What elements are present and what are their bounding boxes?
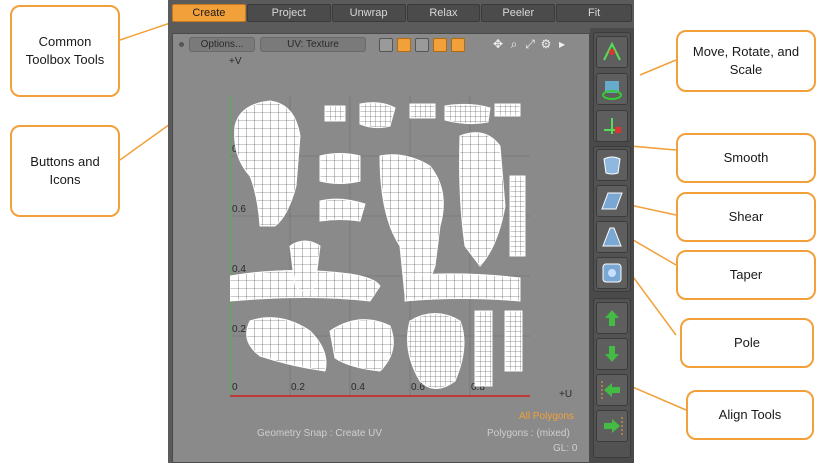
viewport-header: Options... UV: Texture ✥ ⌕ ⤢ ⚙ ▸ — [173, 34, 589, 54]
edges-icon[interactable] — [397, 38, 411, 52]
tab-peeler[interactable]: Peeler — [481, 4, 556, 22]
move-tool-button[interactable] — [596, 36, 628, 68]
uv-texture-dropdown[interactable]: UV: Texture — [260, 37, 366, 52]
smooth-icon — [603, 156, 621, 175]
scale-tool-button[interactable] — [596, 110, 628, 142]
align-right-button[interactable] — [596, 410, 628, 442]
shear-icon — [601, 192, 623, 210]
rotate-icon — [602, 81, 622, 100]
taper-tool-button[interactable] — [596, 221, 628, 253]
tab-create[interactable]: Create — [172, 4, 246, 22]
callout-buttons-icons: Buttons and Icons — [10, 125, 120, 217]
materials-icon[interactable] — [451, 38, 465, 52]
snap-status: Geometry Snap : Create UV — [257, 428, 383, 439]
uv-viewport[interactable]: Options... UV: Texture ✥ ⌕ ⤢ ⚙ ▸ +V +U 0… — [172, 33, 590, 463]
callout-pole: Pole — [680, 318, 814, 368]
shear-tool-button[interactable] — [596, 185, 628, 217]
scale-icon — [604, 118, 621, 134]
zoom-icon[interactable]: ⌕ — [507, 37, 521, 51]
tab-fit[interactable]: Fit — [556, 4, 633, 22]
gear-icon[interactable]: ⚙ — [539, 37, 553, 51]
callout-smooth: Smooth — [676, 133, 816, 183]
callout-common-toolbox: Common Toolbox Tools — [10, 5, 120, 97]
callout-move-rotate-scale: Move, Rotate, and Scale — [676, 30, 816, 92]
callout-align-tools: Align Tools — [686, 390, 814, 440]
smooth-tool-button[interactable] — [596, 149, 628, 181]
vertices-icon[interactable] — [379, 38, 393, 52]
move-view-icon[interactable]: ✥ — [491, 37, 505, 51]
tab-relax[interactable]: Relax — [406, 4, 481, 22]
polygons-icon[interactable] — [415, 38, 429, 52]
callout-taper: Taper — [676, 250, 816, 300]
polygons-status: Polygons : (mixed) — [487, 428, 570, 439]
rotate-tool-button[interactable] — [596, 73, 628, 105]
align-left-button[interactable] — [596, 374, 628, 406]
options-button[interactable]: Options... — [189, 37, 255, 52]
align-up-icon — [605, 310, 619, 326]
axis-u-label: +U — [559, 389, 573, 400]
items-icon[interactable] — [433, 38, 447, 52]
right-toolbox — [590, 28, 634, 463]
uv-editor-window: Create Project Unwrap Relax Peeler Fit O… — [168, 0, 634, 463]
pole-tool-button[interactable] — [596, 257, 628, 289]
toolbox-tab-bar: Create Project Unwrap Relax Peeler Fit — [172, 4, 633, 22]
tab-unwrap[interactable]: Unwrap — [331, 4, 406, 22]
taper-icon — [602, 227, 622, 247]
pole-icon — [602, 263, 622, 283]
align-up-button[interactable] — [596, 302, 628, 334]
fit-icon[interactable]: ⤢ — [523, 37, 537, 51]
move-icon — [603, 41, 621, 61]
triangle-right-icon[interactable]: ▸ — [555, 37, 569, 51]
callout-shear: Shear — [676, 192, 816, 242]
axis-v-label: +V — [229, 56, 242, 67]
viewport-menu-dot[interactable] — [179, 42, 184, 47]
tab-project[interactable]: Project — [246, 4, 331, 22]
selection-status: All Polygons — [519, 411, 575, 422]
align-down-button[interactable] — [596, 338, 628, 370]
align-down-icon — [605, 346, 619, 362]
gl-status: GL: 0 — [553, 443, 578, 454]
uv-layout-canvas[interactable] — [230, 96, 530, 398]
align-right-icon — [604, 417, 623, 435]
align-left-icon — [601, 381, 620, 399]
